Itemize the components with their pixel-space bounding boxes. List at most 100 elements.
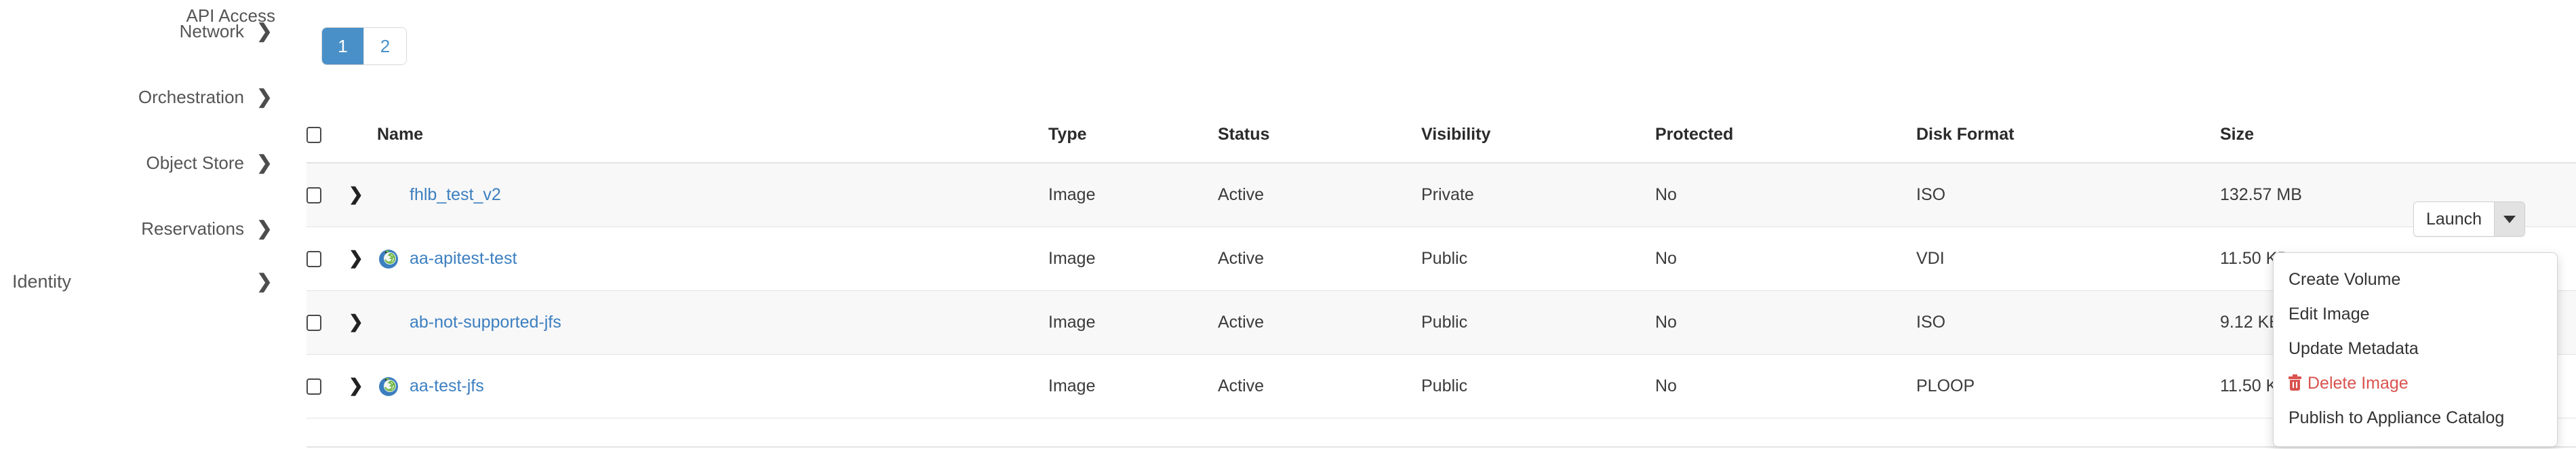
pagination: 1 2 — [321, 27, 407, 65]
image-protected: No — [1655, 354, 1916, 418]
sidebar-item-label: Orchestration — [138, 86, 244, 107]
table-row: ❯ ab-not-supported-jfs Image Active Publ… — [306, 290, 2576, 355]
chevron-right-icon[interactable]: ❯ — [349, 313, 363, 330]
column-header-actions — [2413, 121, 2576, 163]
menu-item-label: Update Metadata — [2288, 339, 2419, 358]
row-select-cell — [306, 354, 349, 418]
sidebar-item-label: Network — [179, 20, 244, 41]
row-select-cell — [306, 227, 349, 291]
menu-item-delete-image[interactable]: Delete Image — [2274, 366, 2557, 401]
image-type: Image — [1048, 354, 1218, 418]
table-bottom-divider — [306, 446, 2576, 448]
chevron-right-icon[interactable]: ❯ — [349, 185, 363, 203]
sidebar-navigation: API Access Network ❯ Orchestration ❯ Obj… — [0, 0, 285, 449]
chevron-right-icon: ❯ — [256, 218, 273, 239]
image-visibility: Public — [1421, 227, 1655, 291]
image-name-cell: ab-not-supported-jfs — [377, 290, 1048, 355]
menu-item-create-volume[interactable]: Create Volume — [2274, 262, 2557, 297]
select-all-header — [306, 121, 349, 163]
table-row: ❯ fhlb_test_v2 Image Active Private No I… — [306, 162, 2576, 227]
images-page: API Access Network ❯ Orchestration ❯ Obj… — [0, 0, 2576, 449]
column-header-visibility[interactable]: Visibility — [1421, 121, 1655, 163]
row-checkbox[interactable] — [306, 378, 321, 395]
column-header-size[interactable]: Size — [2220, 121, 2413, 163]
image-type: Image — [1048, 162, 1218, 227]
os-logo-icon — [379, 250, 398, 269]
image-name-link[interactable]: fhlb_test_v2 — [410, 185, 501, 205]
menu-item-label: Publish to Appliance Catalog — [2288, 408, 2505, 427]
image-name-cell: fhlb_test_v2 — [377, 162, 1048, 227]
sidebar-item-orchestration[interactable]: Orchestration ❯ — [0, 81, 285, 113]
column-header-type[interactable]: Type — [1048, 121, 1218, 163]
image-protected: No — [1655, 290, 1916, 355]
pagination-page-1[interactable]: 1 — [322, 28, 364, 64]
image-disk-format: ISO — [1916, 162, 2220, 227]
chevron-right-icon: ❯ — [256, 152, 273, 173]
sidebar-item-label: Object Store — [146, 152, 244, 173]
table-body: ❯ fhlb_test_v2 Image Active Private No I… — [306, 162, 2576, 418]
image-name-link[interactable]: aa-test-jfs — [410, 376, 484, 396]
row-select-cell — [306, 162, 349, 227]
sidebar-item-reservations[interactable]: Reservations ❯ — [0, 213, 285, 244]
image-disk-format: ISO — [1916, 290, 2220, 355]
chevron-right-icon: ❯ — [256, 271, 273, 292]
image-status: Active — [1218, 290, 1421, 355]
chevron-right-icon: ❯ — [256, 86, 273, 107]
launch-dropdown-toggle[interactable] — [2495, 202, 2525, 236]
image-type: Image — [1048, 290, 1218, 355]
image-name-link[interactable]: ab-not-supported-jfs — [410, 313, 561, 332]
table-row: ❯ aa-apitest-test Image Active Public No… — [306, 227, 2576, 291]
column-header-disk-format[interactable]: Disk Format — [1916, 121, 2220, 163]
row-checkbox[interactable] — [306, 187, 321, 204]
select-all-checkbox[interactable] — [306, 127, 321, 144]
column-header-name[interactable]: Name — [377, 121, 1048, 163]
menu-item-edit-image[interactable]: Edit Image — [2274, 297, 2557, 332]
image-visibility: Private — [1421, 162, 1655, 227]
image-status: Active — [1218, 162, 1421, 227]
row-expand-cell: ❯ — [349, 227, 377, 291]
row-select-cell — [306, 290, 349, 355]
sidebar-item-network[interactable]: Network ❯ — [0, 16, 285, 47]
image-name-cell: aa-test-jfs — [377, 354, 1048, 418]
table-header-row: Name Type Status Visibility Protected Di… — [306, 121, 2576, 163]
launch-split-button: Launch — [2413, 201, 2526, 237]
chevron-right-icon[interactable]: ❯ — [349, 376, 363, 394]
menu-item-publish-to-appliance-catalog[interactable]: Publish to Appliance Catalog — [2274, 401, 2557, 435]
row-expand-cell: ❯ — [349, 162, 377, 227]
images-table-container: Name Type Status Visibility Protected Di… — [306, 121, 2576, 418]
row-checkbox[interactable] — [306, 314, 321, 331]
image-visibility: Public — [1421, 290, 1655, 355]
os-logo-icon — [379, 377, 398, 396]
launch-button[interactable]: Launch — [2414, 202, 2495, 236]
image-visibility: Public — [1421, 354, 1655, 418]
menu-item-update-metadata[interactable]: Update Metadata — [2274, 332, 2557, 366]
menu-item-label: Delete Image — [2307, 374, 2409, 393]
row-expand-cell: ❯ — [349, 354, 377, 418]
sidebar-item-identity[interactable]: Identity ❯ — [0, 266, 285, 297]
sidebar-item-object-store[interactable]: Object Store ❯ — [0, 147, 285, 178]
launch-actions-dropdown-menu: Create Volume Edit Image Update Metadata… — [2273, 252, 2558, 447]
image-type: Image — [1048, 227, 1218, 291]
chevron-right-icon: ❯ — [256, 20, 273, 41]
caret-down-icon — [2503, 215, 2516, 223]
image-size: 132.57 MB — [2220, 162, 2413, 227]
table-row: ❯ aa-test-jfs Image Active Public No PLO… — [306, 354, 2576, 418]
chevron-right-icon[interactable]: ❯ — [349, 249, 363, 267]
column-header-protected[interactable]: Protected — [1655, 121, 1916, 163]
image-name-cell: aa-apitest-test — [377, 227, 1048, 291]
table-header: Name Type Status Visibility Protected Di… — [306, 121, 2576, 163]
image-protected: No — [1655, 162, 1916, 227]
sidebar-item-label: Reservations — [141, 218, 244, 239]
column-header-status[interactable]: Status — [1218, 121, 1421, 163]
image-status: Active — [1218, 354, 1421, 418]
image-disk-format: VDI — [1916, 227, 2220, 291]
sidebar-item-label: Identity — [12, 271, 72, 292]
row-checkbox[interactable] — [306, 250, 321, 267]
trash-icon — [2288, 374, 2301, 391]
image-disk-format: PLOOP — [1916, 354, 2220, 418]
row-expand-cell: ❯ — [349, 290, 377, 355]
images-table: Name Type Status Visibility Protected Di… — [306, 121, 2576, 418]
image-name-link[interactable]: aa-apitest-test — [410, 249, 517, 269]
menu-item-label: Edit Image — [2288, 305, 2370, 324]
pagination-page-2[interactable]: 2 — [364, 28, 406, 64]
